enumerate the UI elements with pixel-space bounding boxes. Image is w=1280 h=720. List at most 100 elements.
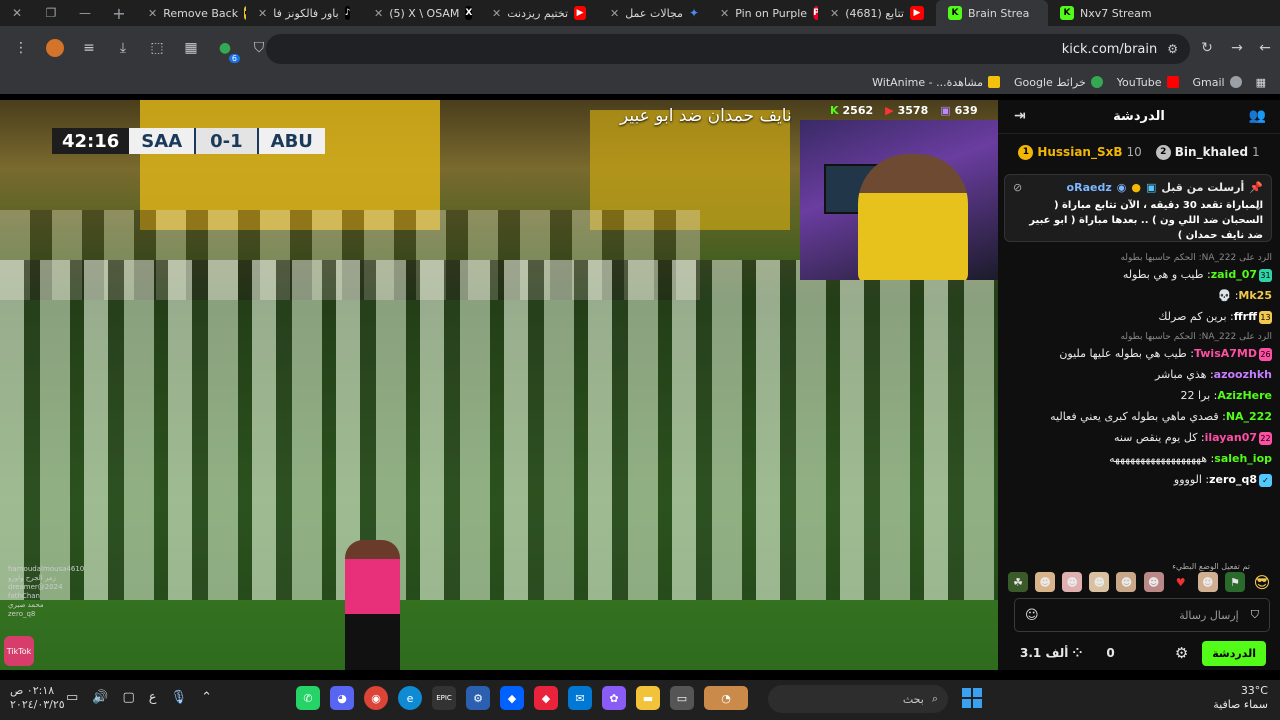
tab-close-icon[interactable]: ✕	[610, 7, 619, 20]
new-tab-button[interactable]: +	[102, 0, 136, 26]
stat-kick: K 2562	[830, 104, 874, 117]
tab-youtube-follow[interactable]: ✕ (4681) تتابع ▶	[818, 0, 936, 26]
taskbar-search[interactable]: بحث ⌕	[768, 685, 948, 713]
download-icon[interactable]: ⤓	[110, 35, 136, 61]
video-player[interactable]: 42:16 SAA 0-1 ABU نايف حمدان ضد ابو عبير…	[0, 100, 998, 670]
close-window-button[interactable]: ✕	[0, 0, 34, 26]
settings-gear-icon[interactable]: ⚙	[1175, 644, 1188, 662]
x-icon: X	[465, 6, 473, 20]
emote-icon[interactable]: ☻	[1089, 572, 1110, 592]
chat-message[interactable]: azoozhkh: هذي مباشر	[998, 364, 1280, 385]
clock[interactable]: ٠٢:١٨ ص ٢٠٢٤/٠٣/٢٥	[10, 684, 65, 712]
bookmark-gmail[interactable]: Gmail	[1193, 76, 1242, 89]
language-indicator[interactable]: ع	[149, 690, 157, 705]
bookmark-youtube[interactable]: YouTube	[1117, 76, 1179, 89]
group-icon: ⁘	[1072, 646, 1083, 660]
emoji-icon[interactable]: ☺	[1025, 608, 1039, 623]
chat-message[interactable]: saleh_iop: ههههههههههههههههههه	[998, 448, 1280, 469]
tab-kick-brain[interactable]: K Brain Strea	[936, 0, 1048, 26]
chat-message[interactable]: Mk25: 💀	[998, 285, 1280, 306]
chat-message[interactable]: AzizHere: برا 22	[998, 385, 1280, 406]
widgets-icon[interactable]: ◔	[704, 686, 748, 710]
back-icon[interactable]: ←	[1252, 35, 1278, 61]
tab-close-icon[interactable]: ✕	[258, 7, 267, 20]
forward-icon[interactable]: →	[1224, 35, 1250, 61]
tab-tiktok[interactable]: ✕ باور فالكونز فا ♪	[246, 0, 362, 26]
emote-icon[interactable]: ☻	[1143, 572, 1164, 592]
tab-gemini[interactable]: ✕ مجالات عمل ✦	[598, 0, 708, 26]
chat-message[interactable]: NA_222: قصدي ماهي بطوله كبرى يعني فعاليه	[998, 406, 1280, 427]
minimize-window-button[interactable]: —	[68, 0, 102, 26]
restore-window-button[interactable]: ❐	[34, 0, 68, 26]
more-bookmarks-icon[interactable]: ▦	[1256, 76, 1266, 89]
bookmark-maps[interactable]: Google خرائط	[1014, 76, 1103, 89]
red-app-icon[interactable]: ◆	[534, 686, 558, 710]
chat-message[interactable]: الرد على NA_222: الحكم حاسبها بطوله 26Tw…	[998, 327, 1280, 364]
reload-icon[interactable]: ↻	[1194, 35, 1220, 61]
shield-icon[interactable]: ⛉	[1251, 608, 1259, 622]
battery-icon[interactable]: ▭	[66, 690, 78, 705]
bookmark-witanime[interactable]: WitAnime - ...مشاهدة	[872, 76, 1001, 89]
tab-close-icon[interactable]: ✕	[720, 7, 729, 20]
outlook-icon[interactable]: ✉	[568, 686, 592, 710]
extensions-icon[interactable]: ⬚	[144, 35, 170, 61]
tab-x[interactable]: ✕ (5) X \ OSAM X	[362, 0, 480, 26]
discord-icon[interactable]: ◕	[330, 686, 354, 710]
start-button[interactable]	[962, 688, 982, 708]
chat-send-button[interactable]: الدردشة	[1202, 640, 1266, 666]
site-settings-icon[interactable]: ⚙	[1167, 42, 1178, 56]
volume-icon[interactable]: 🔊	[92, 690, 108, 705]
vpn-icon[interactable]: ⚙	[466, 686, 490, 710]
tab-close-icon[interactable]: ✕	[492, 7, 501, 20]
dropbox-icon[interactable]: ◆	[500, 686, 524, 710]
chat-message-input[interactable]: ☺ إرسال رسالة ⛉	[1014, 598, 1270, 632]
weather-widget[interactable]: 33°C سماء صافية	[1213, 684, 1268, 712]
leaderboard-entry[interactable]: 2 Bin_khaled 1	[1155, 144, 1260, 160]
chat-message[interactable]: ✓zero_q8: الوووو	[998, 469, 1280, 490]
menu-icon[interactable]: ⋮	[8, 35, 34, 61]
emote-icon[interactable]: ☘	[1008, 572, 1028, 592]
collapse-chat-icon[interactable]: ⇥	[1014, 108, 1026, 124]
emote-icon[interactable]: ⚑	[1224, 572, 1245, 592]
chat-message[interactable]: 22ilayan07: كل يوم ينقص سنه	[998, 427, 1280, 448]
file-explorer-icon[interactable]: ▬	[636, 686, 660, 710]
epic-games-icon[interactable]: EPIC	[432, 686, 456, 710]
address-bar[interactable]: ⚙ kick.com/brain	[266, 34, 1190, 64]
display-icon[interactable]: ▢	[122, 690, 134, 705]
tab-close-icon[interactable]: ✕	[374, 7, 383, 20]
tab-youtube-resident[interactable]: ✕ تختيم ريزدنت ▶	[480, 0, 598, 26]
gmail-icon	[1229, 76, 1242, 88]
emote-icon[interactable]: ☻	[1062, 572, 1083, 592]
emoji-picker-icon[interactable]: 😎	[1252, 572, 1272, 592]
profile-avatar[interactable]	[42, 35, 68, 61]
chat-message[interactable]: الرد على NA_222: الحكم حاسبها بطوله 31za…	[998, 248, 1280, 285]
tab-close-icon[interactable]: ✕	[830, 7, 839, 20]
copilot-icon[interactable]: ✿	[602, 686, 626, 710]
show-hidden-icons[interactable]: ⌃	[201, 690, 212, 705]
sub-badge-icon: ●	[1131, 181, 1141, 194]
windows-taskbar: ٠٢:١٨ ص ٢٠٢٤/٠٣/٢٥ ▭ 🔊 ▢ ع 🎙 ⌃ ✆ ◕ ◉ e E…	[0, 680, 1280, 720]
emote-icon[interactable]: ☻	[1035, 572, 1056, 592]
microphone-icon[interactable]: 🎙	[171, 690, 188, 705]
users-icon[interactable]: 👥	[1249, 108, 1266, 124]
streamer-webcam	[800, 120, 998, 280]
emote-icon[interactable]: ☻	[1197, 572, 1218, 592]
leaderboard-entry[interactable]: 1 Hussian_SxB 10	[1018, 144, 1142, 160]
tab-kick-nxv7[interactable]: K Nxv7 Stream	[1048, 0, 1160, 26]
emote-icon[interactable]: ☻	[1116, 572, 1137, 592]
chat-message[interactable]: 13ffrff: برين كم صرلك	[998, 306, 1280, 327]
edge-icon[interactable]: e	[398, 686, 422, 710]
unpin-icon[interactable]: ⊘	[1013, 181, 1022, 194]
whatsapp-icon[interactable]: ✆	[296, 686, 320, 710]
task-view-icon[interactable]: ▭	[670, 686, 694, 710]
pinned-user[interactable]: oRaedz	[1067, 181, 1112, 194]
expand-chevron-icon[interactable]: ⌄	[1253, 199, 1263, 213]
chrome-icon[interactable]: ◉	[364, 686, 388, 710]
tab-pinterest[interactable]: ✕ Pin on Purple P	[708, 0, 818, 26]
tab-close-icon[interactable]: ✕	[148, 7, 157, 20]
tab-search-icon[interactable]: ≡	[76, 35, 102, 61]
heart-emote-icon[interactable]: ♥	[1171, 572, 1191, 592]
extension-icon[interactable]: ▦	[178, 35, 204, 61]
adblock-icon[interactable]: ● 6	[212, 35, 240, 63]
tab-remove-bg[interactable]: ✕ Remove Back ▬	[136, 0, 246, 26]
